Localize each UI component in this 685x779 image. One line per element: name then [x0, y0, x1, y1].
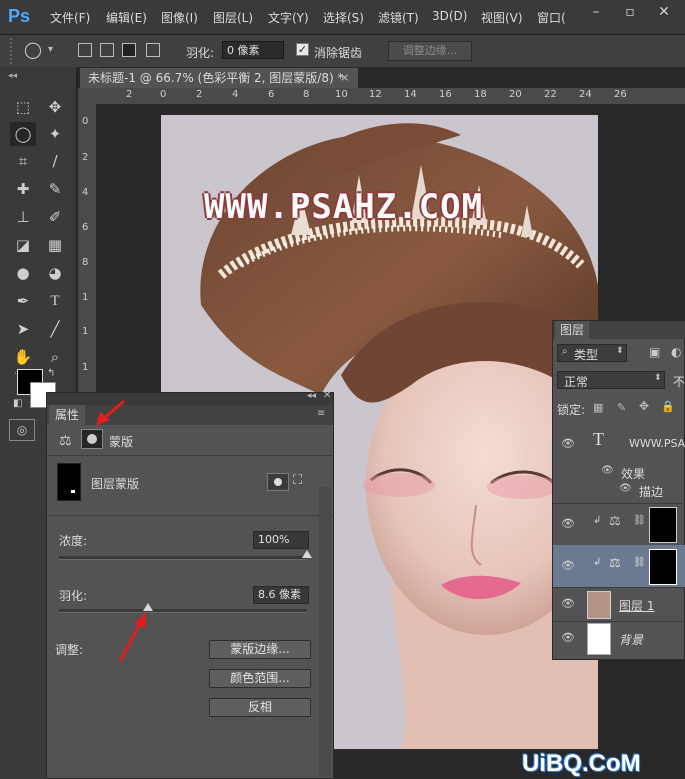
annotation-arrow-line — [118, 621, 143, 662]
site-watermark: UiBQ.CoM — [522, 750, 641, 777]
annotation-arrow-head — [134, 612, 146, 628]
annotation-overlay — [96, 399, 146, 662]
